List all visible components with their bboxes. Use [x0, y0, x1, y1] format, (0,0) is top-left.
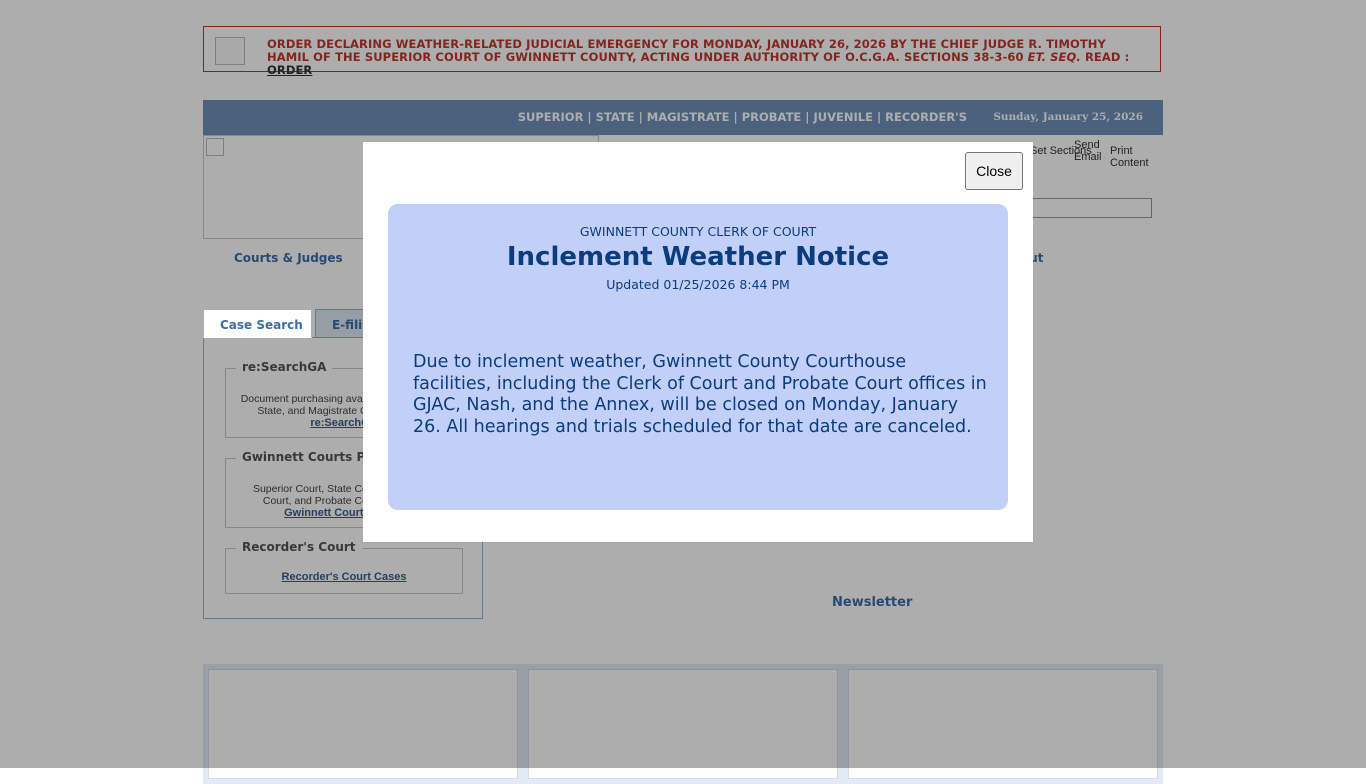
notice-body: Due to inclement weather, Gwinnett Count…: [413, 352, 987, 437]
notice-card: GWINNETT COUNTY CLERK OF COURT Inclement…: [388, 204, 1008, 510]
tab-case-search[interactable]: Case Search: [203, 309, 312, 338]
weather-notice-modal: Close GWINNETT COUNTY CLERK OF COURT Inc…: [363, 142, 1033, 542]
notice-title: Inclement Weather Notice: [506, 242, 890, 272]
notice-organization: GWINNETT COUNTY CLERK OF COURT: [579, 224, 817, 239]
close-button[interactable]: Close: [965, 152, 1023, 190]
notice-updated-time: Updated 01/25/2026 8:44 PM: [606, 277, 790, 292]
